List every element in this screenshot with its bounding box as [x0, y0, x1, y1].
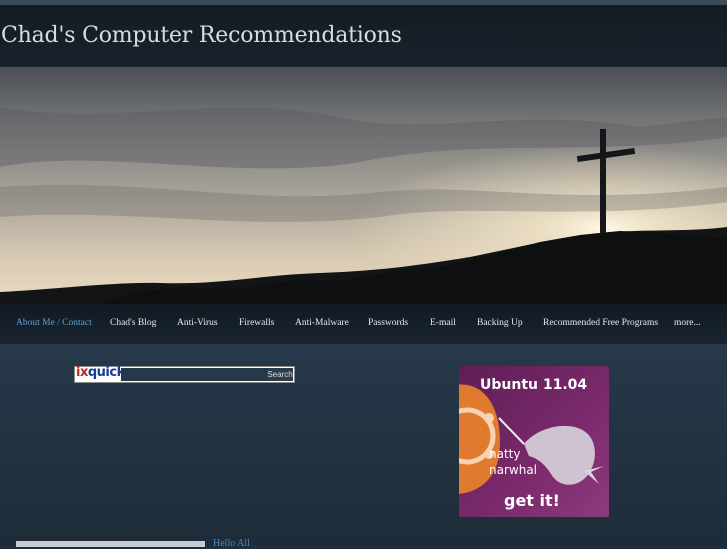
ad-cta: get it!	[504, 491, 560, 510]
site-title[interactable]: Chad's Computer Recommendations	[1, 23, 402, 48]
search-button[interactable]: Search	[267, 368, 293, 381]
nav-item-anti-malware[interactable]: Anti-Malware	[295, 318, 349, 328]
nav-item-email[interactable]: E-mail	[430, 318, 456, 328]
nav-item-anti-virus[interactable]: Anti-Virus	[177, 318, 218, 328]
ad-line1: natty	[489, 447, 520, 461]
nav-item-about-me[interactable]: About Me / Contact	[16, 318, 92, 328]
nav-item-passwords[interactable]: Passwords	[368, 318, 408, 328]
site-header: Chad's Computer Recommendations	[0, 5, 727, 67]
main-nav: About Me / Contact Chad's Blog Anti-Viru…	[0, 304, 727, 345]
nav-item-firewalls[interactable]: Firewalls	[239, 318, 274, 328]
nav-item-more[interactable]: more...	[674, 318, 701, 328]
content-image-edge	[16, 541, 205, 547]
ixquick-search-widget: ixquick Search	[74, 365, 295, 383]
nav-item-backing-up[interactable]: Backing Up	[477, 318, 523, 328]
ad-line2: narwhal	[489, 463, 537, 477]
greeting-heading: Hello All	[213, 538, 250, 549]
ixquick-logo: ixquick	[76, 365, 125, 380]
search-input[interactable]	[121, 368, 269, 381]
banner-image	[0, 67, 727, 304]
nav-item-free-programs[interactable]: Recommended Free Programs	[543, 318, 658, 328]
ubuntu-ad-banner[interactable]: Ubuntu 11.04 natty narwhal get it!	[459, 366, 609, 517]
cross-post	[600, 129, 606, 233]
nav-item-blog[interactable]: Chad's Blog	[110, 318, 156, 328]
ad-title: Ubuntu 11.04	[480, 377, 587, 393]
